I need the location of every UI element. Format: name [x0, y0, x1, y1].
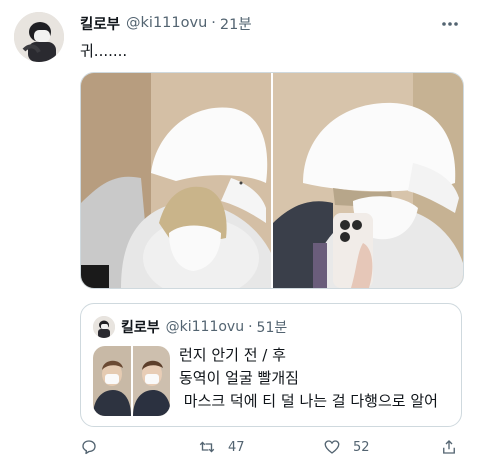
more-icon[interactable] — [438, 14, 462, 34]
heart-icon — [324, 440, 340, 454]
share-button[interactable] — [440, 436, 458, 458]
retweet-button[interactable]: 47 — [198, 436, 245, 458]
share-icon — [443, 440, 455, 454]
retweet-icon — [199, 441, 215, 453]
author-handle[interactable]: @ki111ovu — [126, 15, 207, 31]
quoted-author-handle[interactable]: @ki111ovu — [166, 319, 244, 335]
quoted-text-line: 마스크 덕에 티 덜 나는 걸 다행으로 알어 — [179, 392, 438, 410]
more-icon-graphic — [442, 22, 458, 26]
avatar-image — [14, 12, 64, 62]
quoted-header: 킬로부 @ki111ovu · 51분 — [121, 316, 287, 338]
like-button[interactable]: 52 — [323, 436, 370, 458]
photo-2-image — [273, 73, 463, 288]
avatar[interactable] — [14, 12, 64, 62]
media-photo-2[interactable] — [273, 73, 463, 288]
quoted-timestamp[interactable]: 51분 — [257, 317, 288, 337]
reply-button[interactable] — [80, 436, 98, 458]
author-name[interactable]: 킬로부 — [80, 13, 120, 34]
quoted-author-name[interactable]: 킬로부 — [121, 317, 160, 337]
quoted-photo-1-image — [93, 346, 131, 416]
tweet-text: 귀....... — [80, 42, 128, 60]
header-separator: · — [211, 15, 216, 31]
reply-icon — [82, 440, 96, 455]
tweet[interactable]: 킬로부 @ki111ovu · 21분 귀....... 킬로부 @ki111o… — [0, 0, 480, 464]
quoted-media[interactable] — [93, 346, 170, 416]
quoted-text: 런지 안기 전 / 후 동역이 얼굴 빨개짐 마스크 덕에 티 덜 나는 걸 다… — [179, 344, 438, 413]
timestamp[interactable]: 21분 — [220, 13, 252, 34]
quoted-header-separator: · — [248, 319, 253, 335]
quoted-photo-2[interactable] — [132, 346, 170, 416]
photo-1-image — [81, 73, 271, 288]
quoted-photo-1[interactable] — [93, 346, 131, 416]
quoted-photo-2-image — [132, 346, 170, 416]
quoted-avatar-image — [93, 316, 115, 338]
quoted-tweet[interactable]: 킬로부 @ki111ovu · 51분 런지 안기 전 / 후 동역이 얼굴 빨… — [80, 303, 462, 427]
media-grid[interactable] — [80, 72, 464, 289]
retweet-count: 47 — [228, 439, 245, 455]
like-count: 52 — [353, 439, 370, 455]
media-photo-1[interactable] — [81, 73, 271, 288]
tweet-header: 킬로부 @ki111ovu · 21분 — [80, 12, 252, 34]
quoted-text-line: 런지 안기 전 / 후 — [179, 346, 286, 364]
action-bar: 47 52 — [80, 436, 462, 458]
quoted-text-line: 동역이 얼굴 빨개짐 — [179, 369, 299, 387]
quoted-avatar[interactable] — [93, 316, 115, 338]
